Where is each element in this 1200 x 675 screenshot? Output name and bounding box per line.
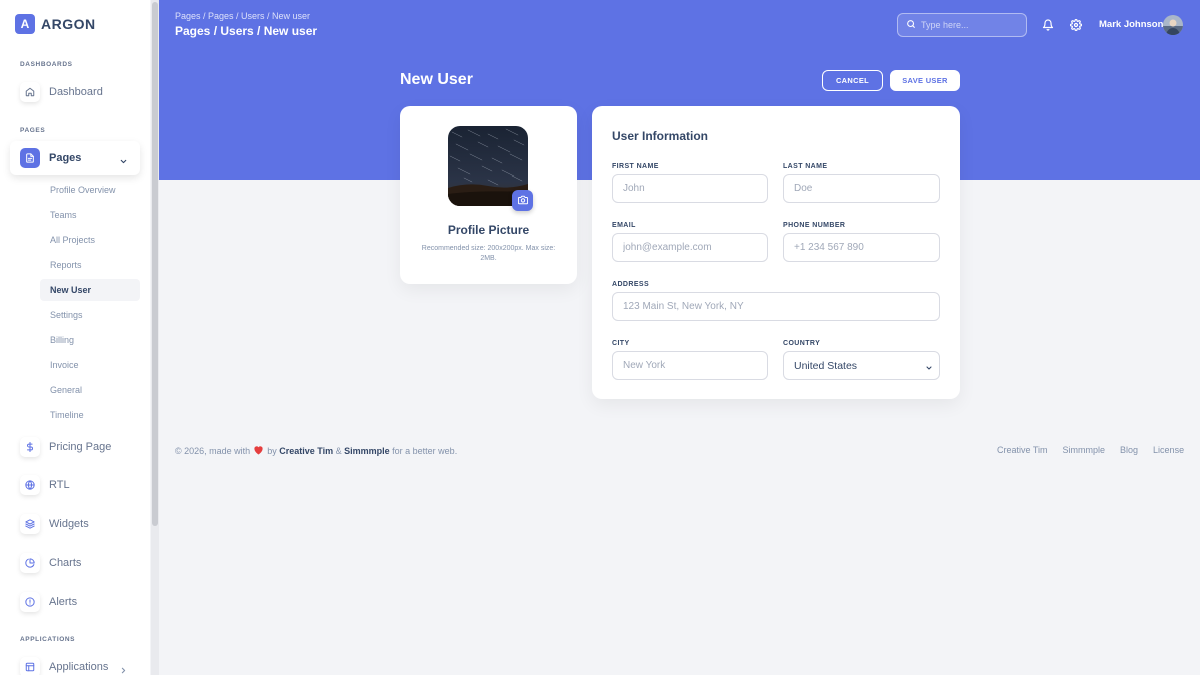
sidebar-item-label: Charts [49, 557, 82, 569]
sidebar-subitem-all-projects[interactable]: All Projects [40, 229, 140, 251]
breadcrumb-title: Pages / Users / New user [175, 24, 318, 38]
sidebar: A ARGON DASHBOARDS Dashboard PAGES Pages… [0, 0, 150, 675]
user-information-card: User Information FIRST NAME LAST NAME EM… [592, 106, 960, 399]
sidebar-subitem-reports[interactable]: Reports [40, 254, 140, 276]
sidebar-item-label: Widgets [49, 518, 89, 530]
document-icon [20, 148, 40, 168]
card-title: User Information [612, 129, 709, 143]
sidebar-item-label: Dashboard [49, 86, 103, 98]
profile-picture-card: Profile Picture Recommended size: 200x20… [400, 106, 577, 284]
chevron-down-icon [119, 153, 128, 171]
sidebar-item-charts[interactable]: Charts [10, 546, 140, 580]
last-name-label: LAST NAME [783, 163, 828, 170]
sidebar-item-label: RTL [49, 479, 70, 491]
user-name[interactable]: Mark Johnson [1099, 19, 1163, 30]
breadcrumb[interactable]: Pages / Pages / Users / New user [175, 11, 310, 21]
copyright-prefix: © 2026, made with [175, 446, 251, 456]
footer-author-link[interactable]: Simmmple [344, 446, 390, 456]
email-label: EMAIL [612, 222, 636, 229]
footer-link-license[interactable]: License [1153, 445, 1184, 455]
dollar-icon [20, 437, 40, 457]
search-input[interactable] [921, 20, 1017, 30]
sidebar-subitem-general[interactable]: General [40, 379, 140, 401]
change-photo-button[interactable] [512, 190, 533, 211]
sidebar-item-widgets[interactable]: Widgets [10, 507, 140, 541]
sidebar-subitem-profile-overview[interactable]: Profile Overview [40, 179, 140, 201]
footer-link-simmmple[interactable]: Simmmple [1063, 445, 1106, 455]
first-name-field[interactable] [612, 174, 768, 203]
chevron-down-icon [925, 363, 933, 375]
sidebar-item-label: Applications [49, 661, 109, 673]
alert-icon [20, 592, 40, 612]
sidebar-subitem-invoice[interactable]: Invoice [40, 354, 140, 376]
last-name-field[interactable] [783, 174, 940, 203]
camera-icon [517, 192, 528, 210]
country-select-value: United States [794, 359, 858, 372]
country-select[interactable]: United States [783, 351, 940, 380]
cancel-button[interactable]: CANCEL [822, 70, 883, 91]
copyright-suffix: for a better web. [392, 446, 458, 456]
first-name-label: FIRST NAME [612, 163, 659, 170]
sidebar-scrollbar[interactable] [151, 0, 159, 675]
layers-icon [20, 514, 40, 534]
brand[interactable]: A ARGON [15, 14, 96, 34]
sidebar-item-applications[interactable]: Applications [10, 650, 140, 675]
gear-icon[interactable] [1069, 18, 1083, 32]
phone-number-field[interactable] [783, 233, 940, 262]
pie-chart-icon [20, 553, 40, 573]
home-icon [20, 82, 40, 102]
city-label: CITY [612, 340, 630, 347]
sidebar-subitem-billing[interactable]: Billing [40, 329, 140, 351]
profile-picture-title: Profile Picture [447, 223, 530, 237]
city-field[interactable] [612, 351, 768, 380]
sidebar-subitem-new-user[interactable]: New User [40, 279, 140, 301]
profile-picture-note: Recommended size: 200x200px. Max size: 2… [421, 245, 556, 262]
address-field[interactable] [612, 292, 940, 321]
save-user-button[interactable]: SAVE USER [890, 70, 960, 91]
sidebar-item-alerts[interactable]: Alerts [10, 585, 140, 619]
country-label: COUNTRY [783, 340, 821, 347]
sidebar-scrollbar-thumb[interactable] [152, 2, 158, 526]
brand-name: ARGON [41, 16, 96, 32]
footer-author-link[interactable]: Creative Tim [279, 446, 333, 456]
sidebar-subitem-teams[interactable]: Teams [40, 204, 140, 226]
bell-icon[interactable] [1041, 18, 1055, 32]
copyright-amp: & [335, 446, 342, 456]
copyright-by: by [267, 446, 277, 456]
phone-number-label: PHONE NUMBER [783, 222, 846, 229]
sidebar-item-pricing-page[interactable]: Pricing Page [10, 430, 140, 464]
search-box[interactable] [897, 13, 1027, 37]
footer-links: Creative Tim Simmmple Blog License [997, 445, 1184, 455]
avatar[interactable] [1163, 15, 1183, 35]
section-label-applications: APPLICATIONS [20, 636, 76, 643]
heart-icon [253, 445, 264, 457]
table-icon [20, 657, 40, 675]
sidebar-item-rtl[interactable]: RTL [10, 468, 140, 502]
section-label-dashboards: DASHBOARDS [20, 61, 73, 68]
email-field[interactable] [612, 233, 768, 262]
sidebar-item-label: Alerts [49, 596, 78, 608]
footer-link-blog[interactable]: Blog [1120, 445, 1138, 455]
footer-link-creative-tim[interactable]: Creative Tim [997, 445, 1048, 455]
brand-logo: A [15, 14, 35, 34]
sidebar-subitem-timeline[interactable]: Timeline [40, 404, 140, 426]
footer-copyright: © 2026, made with by Creative Tim & Simm… [175, 445, 457, 457]
sidebar-item-pages[interactable]: Pages [10, 141, 140, 175]
page-title: New User [400, 71, 473, 88]
section-label-pages: PAGES [20, 127, 46, 134]
sidebar-item-label: Pricing Page [49, 441, 112, 453]
sidebar-subitem-settings[interactable]: Settings [40, 304, 140, 326]
search-icon [906, 16, 916, 34]
sidebar-item-dashboard[interactable]: Dashboard [10, 75, 140, 109]
chevron-right-icon [119, 662, 128, 675]
address-label: ADDRESS [612, 281, 650, 288]
globe-icon [20, 475, 40, 495]
sidebar-item-label: Pages [49, 152, 82, 164]
